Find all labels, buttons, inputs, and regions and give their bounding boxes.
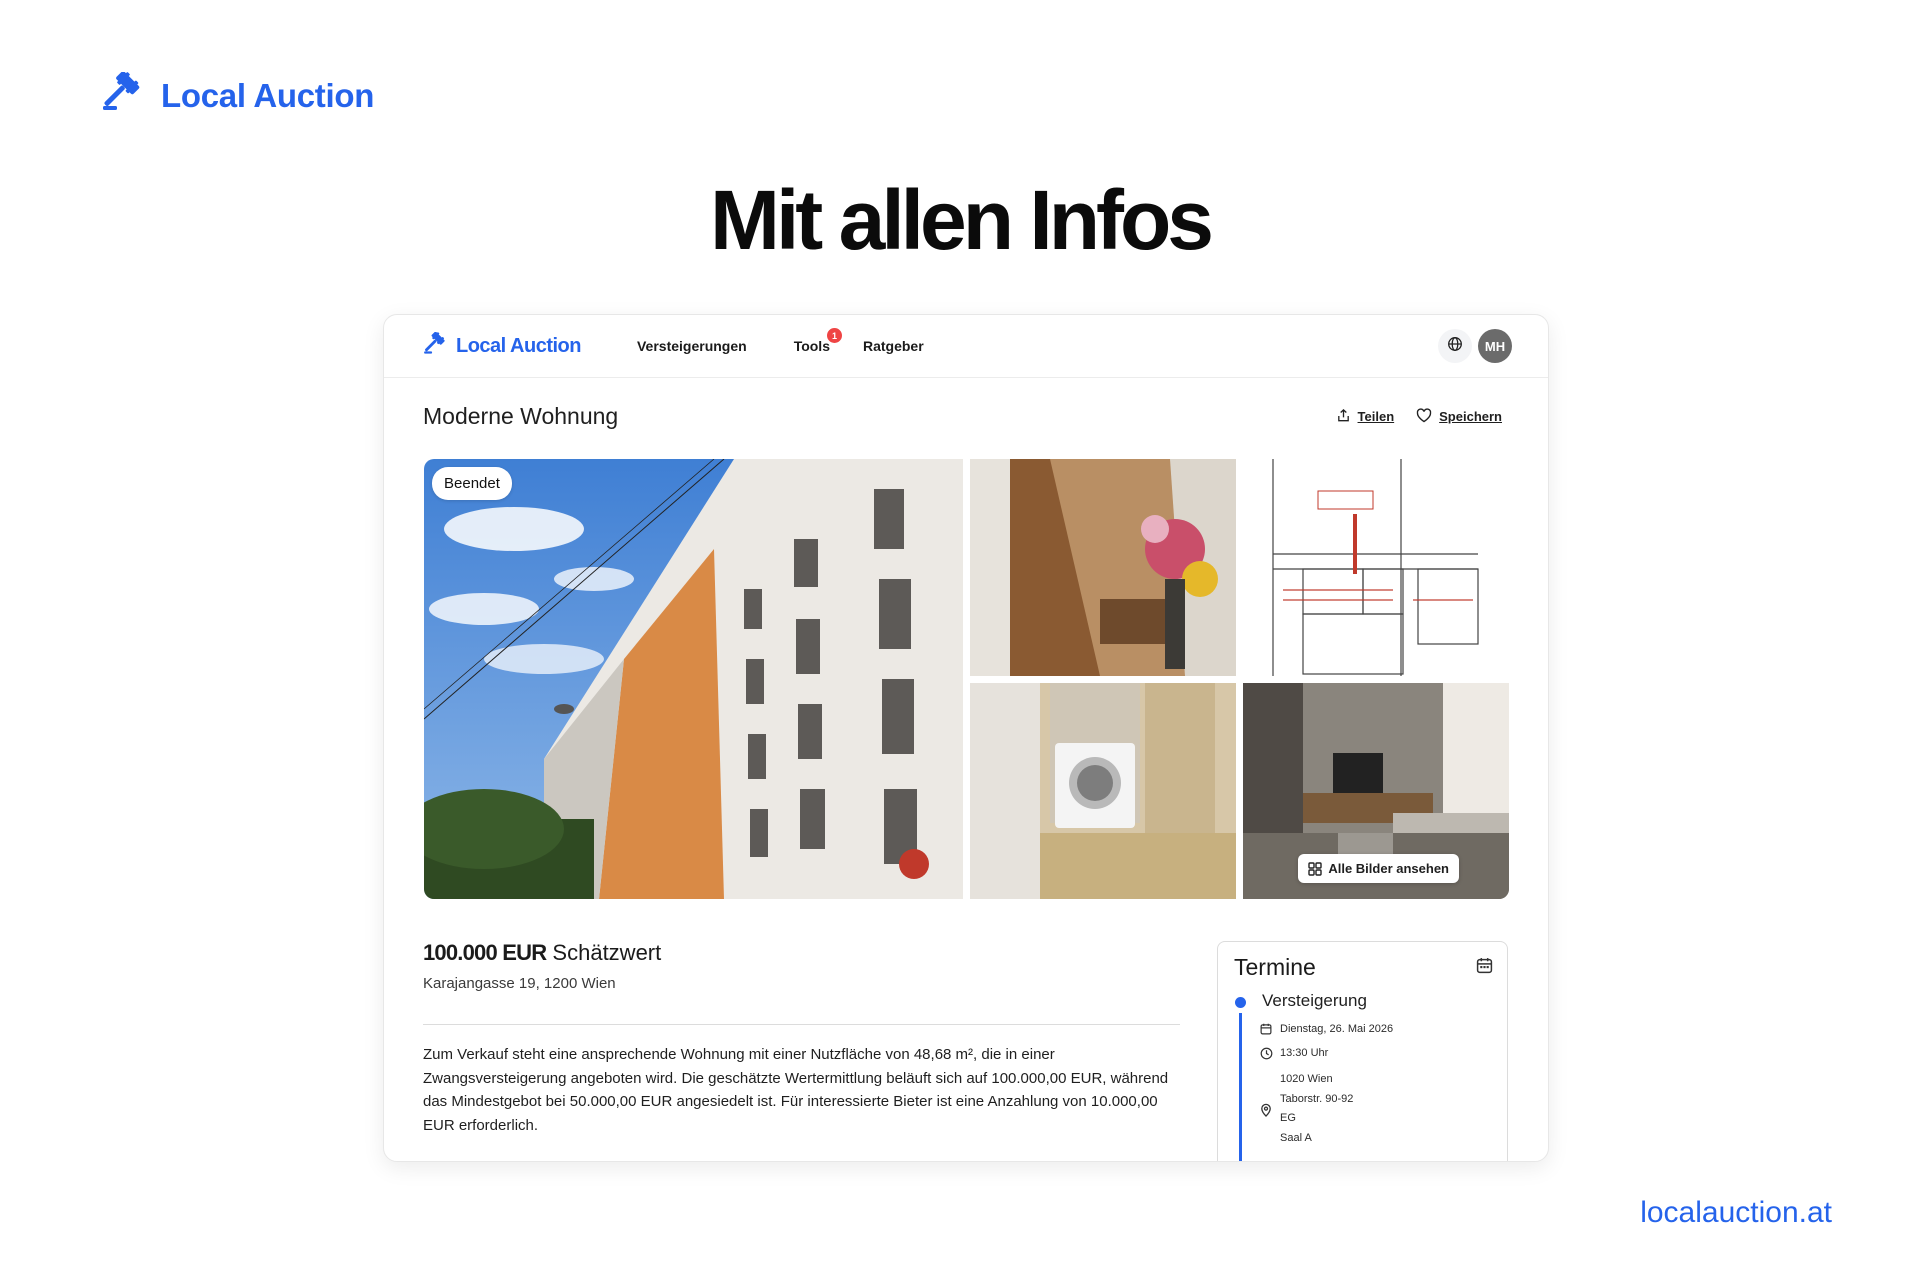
- nav-links: Versteigerungen Tools 1 Ratgeber: [637, 328, 924, 354]
- listing-actions: Teilen Speichern: [1336, 407, 1502, 426]
- language-button[interactable]: [1438, 329, 1472, 363]
- event-address-line: Saal A: [1280, 1131, 1312, 1144]
- photo-gallery: Beendet Alle Bilder ansehen: [424, 459, 1509, 899]
- event-time-row: 13:30 Uhr: [1259, 1047, 1507, 1060]
- nav-link-label: Tools: [793, 338, 830, 354]
- event-address-line: EG: [1280, 1112, 1296, 1124]
- timeline-line: [1239, 1013, 1242, 1161]
- event-date: Dienstag, 26. Mai 2026: [1280, 1023, 1394, 1035]
- calendar-icon: [1259, 1023, 1273, 1035]
- site-url[interactable]: localauction.at: [1640, 1196, 1832, 1230]
- termine-header: Termine: [1218, 942, 1507, 981]
- save-label: Speichern: [1439, 409, 1502, 424]
- event-address-line: 1020 Wien: [1280, 1073, 1333, 1085]
- termine-panel: Termine Versteigerung Dienstag, 26. Mai …: [1217, 941, 1508, 1161]
- photo-living-room[interactable]: Alle Bilder ansehen: [1243, 683, 1509, 899]
- clock-icon: [1259, 1047, 1273, 1060]
- share-icon: [1336, 408, 1351, 426]
- gavel-icon: [423, 331, 449, 361]
- price-line: 100.000 EUR Schätzwert: [423, 940, 661, 966]
- price-label: Schätzwert: [552, 940, 662, 965]
- photo-floor-plan[interactable]: [1243, 459, 1509, 676]
- photo-building-exterior[interactable]: Beendet: [424, 459, 963, 899]
- nav-logo[interactable]: Local Auction: [423, 331, 581, 361]
- grid-icon: [1308, 861, 1323, 876]
- all-photos-label: Alle Bilder ansehen: [1328, 861, 1449, 876]
- listing-header: Moderne Wohnung Teilen Speichern: [423, 403, 1502, 430]
- nav-link-versteigerungen[interactable]: Versteigerungen: [637, 338, 747, 354]
- brand-name: Local Auction: [161, 76, 375, 114]
- save-button[interactable]: Speichern: [1416, 407, 1502, 426]
- share-label: Teilen: [1357, 409, 1395, 424]
- nav-link-tools[interactable]: Tools 1: [793, 328, 842, 354]
- calendar-icon[interactable]: [1476, 957, 1493, 979]
- hero-title: Mit allen Infos: [709, 173, 1214, 267]
- termine-title: Termine: [1234, 954, 1316, 980]
- notification-badge: 1: [826, 328, 842, 343]
- photo-hallway[interactable]: [970, 459, 1236, 676]
- event-location-row: 1020 Wien Taborstr. 90-92 EG Saal A: [1259, 1072, 1507, 1148]
- price-amount: 100.000 EUR: [423, 940, 547, 965]
- event-time: 13:30 Uhr: [1280, 1047, 1329, 1059]
- nav-brand-name: Local Auction: [456, 334, 581, 357]
- listing-description: Zum Verkauf steht eine ansprechende Wohn…: [423, 1046, 1169, 1134]
- heart-icon: [1416, 407, 1432, 426]
- divider: [423, 1024, 1180, 1025]
- event-date-row: Dienstag, 26. Mai 2026: [1259, 1023, 1507, 1035]
- nav-link-ratgeber[interactable]: Ratgeber: [863, 338, 924, 354]
- app-window: Local Auction Versteigerungen Tools 1 Ra…: [383, 314, 1549, 1162]
- share-button[interactable]: Teilen: [1336, 408, 1395, 426]
- event-name: Versteigerung: [1262, 991, 1367, 1010]
- listing-address: Karajangasse 19, 1200 Wien: [423, 975, 616, 992]
- nav-right: MH: [1438, 329, 1512, 363]
- photo-bathroom[interactable]: [970, 683, 1236, 899]
- event-address-line: Taborstr. 90-92: [1280, 1092, 1354, 1105]
- listing-title: Moderne Wohnung: [423, 403, 619, 429]
- event-item: Versteigerung Dienstag, 26. Mai 2026 13:…: [1218, 991, 1507, 1161]
- status-badge: Beendet: [432, 467, 512, 500]
- globe-icon: [1447, 336, 1463, 357]
- top-navigation: Local Auction Versteigerungen Tools 1 Ra…: [384, 315, 1548, 378]
- location-pin-icon: [1259, 1103, 1273, 1117]
- event-address: 1020 Wien Taborstr. 90-92 EG Saal A: [1280, 1070, 1353, 1148]
- brand-logo: Local Auction: [101, 71, 375, 119]
- all-photos-button[interactable]: Alle Bilder ansehen: [1298, 854, 1459, 883]
- timeline-dot: [1235, 997, 1246, 1008]
- gavel-icon: [101, 71, 147, 119]
- user-avatar[interactable]: MH: [1478, 329, 1512, 363]
